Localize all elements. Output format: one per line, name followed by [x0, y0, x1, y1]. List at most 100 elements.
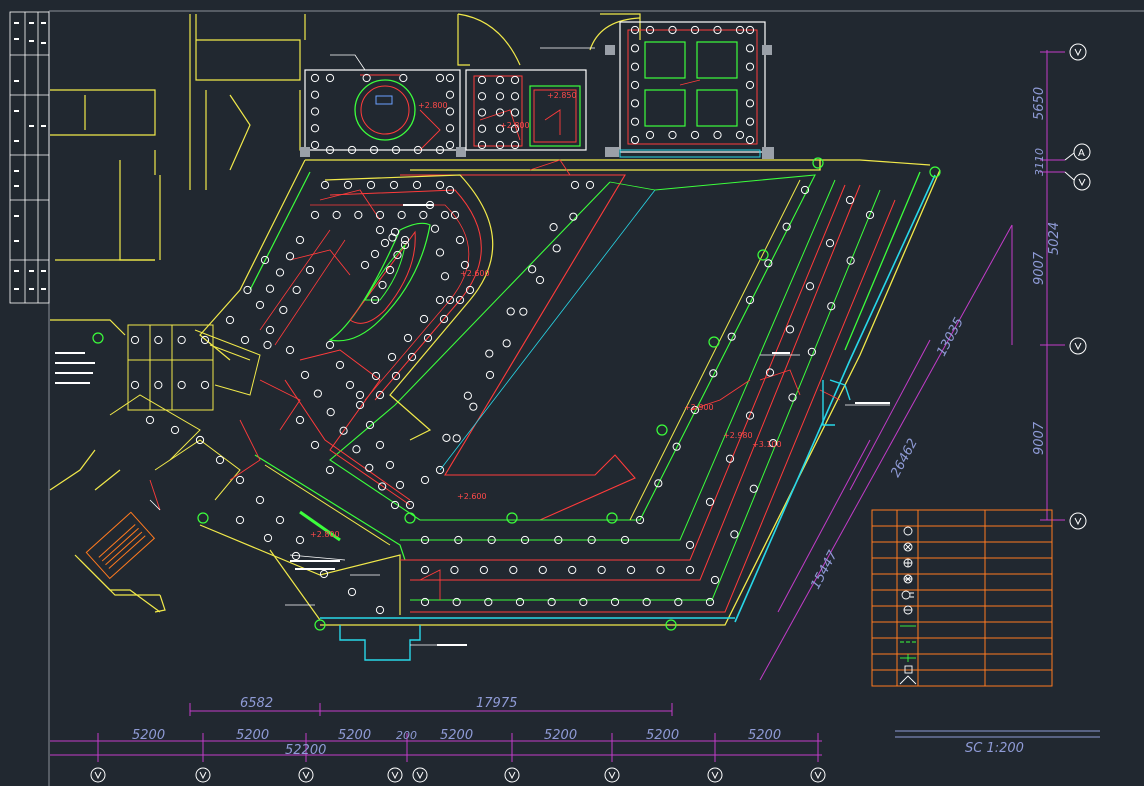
bottom-dimension-text: 6582 17975 5200 5200 5200 200 5200 5200 … — [132, 696, 781, 758]
light-fixture-icon — [484, 597, 493, 607]
light-fixture-icon — [445, 124, 455, 133]
elevation-tag: +2.600 — [460, 269, 490, 278]
elevation-tag: +2.800 — [418, 101, 448, 110]
light-fixture-icon — [452, 434, 461, 443]
light-fixture-icon — [685, 565, 695, 575]
light-fixture-icon — [479, 565, 488, 575]
light-fixture-icon — [263, 340, 272, 350]
toilet-rooms — [109, 324, 261, 501]
light-fixture-icon — [685, 540, 695, 550]
light-fixture-icon — [292, 285, 301, 295]
top-room-a — [300, 69, 466, 157]
dimension-label: 5200 — [338, 728, 371, 743]
dimension-label: 15447 — [808, 548, 841, 592]
cad-floor-plan: +2.800 +2.850 +2.800 +2.600 +2.600 +2.90… — [9, 10, 1144, 786]
light-fixture-icon — [630, 62, 640, 71]
light-fixture-icon — [510, 92, 520, 101]
light-fixture-icon — [325, 73, 335, 83]
light-fixture-icon — [345, 380, 355, 390]
light-fixture-icon — [265, 325, 275, 335]
light-fixture-icon — [370, 249, 380, 259]
light-fixture-icon — [170, 425, 180, 435]
light-fixture-icon — [305, 265, 315, 275]
light-fixture-icon — [506, 307, 515, 316]
dimension-label: 5200 — [440, 728, 473, 743]
light-fixture-icon — [215, 455, 225, 465]
light-fixture-icon — [630, 99, 640, 108]
light-fixture-icon — [397, 210, 406, 220]
light-fixture-icon — [395, 480, 405, 490]
light-fixture-icon — [310, 90, 320, 99]
restaurant-wing — [254, 174, 494, 561]
right-grid-bubbles — [1064, 43, 1091, 530]
light-fixture-icon — [435, 295, 445, 305]
light-fixture-icon — [579, 597, 588, 607]
light-fixture-icon — [528, 265, 537, 274]
light-fixture-icon — [495, 92, 505, 101]
light-fixture-icon — [375, 225, 385, 235]
light-fixture-icon — [400, 235, 410, 245]
light-fixture-icon — [495, 75, 505, 85]
light-fixture-icon — [154, 380, 163, 390]
light-fixture-icon — [538, 565, 547, 575]
light-fixture-icon — [477, 108, 487, 117]
dimension-label: 5200 — [236, 728, 269, 743]
light-fixture-icon — [326, 408, 335, 417]
light-fixture-icon — [365, 420, 375, 430]
legend-table — [871, 509, 1053, 687]
light-fixture-icon — [310, 440, 320, 450]
light-fixture-icon — [585, 180, 595, 190]
light-fixture-icon — [375, 605, 385, 615]
light-fixture-icon — [749, 484, 758, 493]
light-fixture-icon — [387, 352, 397, 362]
light-fixture-icon — [445, 73, 455, 83]
scale-label: SC 1:200 — [965, 741, 1024, 756]
light-fixture-icon — [375, 390, 385, 400]
light-fixture-icon — [295, 235, 305, 245]
light-fixture-icon — [435, 180, 445, 190]
light-fixture-icon — [279, 305, 288, 315]
light-fixture-icon — [235, 475, 245, 485]
light-fixture-icon — [285, 345, 295, 355]
light-fixture-icon — [295, 415, 305, 425]
column-markers — [92, 157, 941, 631]
bottom-grid-bubbles — [90, 767, 826, 783]
light-fixture-icon — [630, 80, 640, 90]
light-fixture-icon — [355, 390, 365, 400]
light-fixture-icon — [420, 475, 430, 485]
light-fixture-icon — [610, 597, 620, 607]
light-fixture-icon — [445, 140, 455, 150]
light-fixture-icon — [674, 597, 683, 607]
light-fixture-icon — [440, 210, 450, 220]
light-fixture-icon — [450, 210, 460, 220]
light-fixture-icon — [725, 454, 735, 463]
dimension-label: 5650 — [1032, 87, 1047, 120]
light-fixture-icon — [745, 117, 755, 126]
light-fixture-icon — [713, 130, 722, 140]
title-strip — [9, 11, 50, 304]
light-fixture-icon — [440, 272, 450, 281]
light-fixture-icon — [442, 433, 451, 442]
light-fixture-icon — [385, 460, 395, 470]
light-fixture-icon — [549, 223, 558, 232]
dimension-label: 5200 — [748, 728, 781, 743]
light-fixture-icon — [310, 107, 320, 116]
light-fixture-icon — [366, 180, 376, 190]
light-fixture-icon — [130, 335, 140, 345]
dimension-label: 3110 — [1033, 148, 1046, 176]
title-strip-marks — [14, 22, 46, 290]
light-fixture-icon — [255, 495, 265, 505]
light-fixture-icon — [430, 224, 440, 233]
light-fixture-icon — [300, 370, 310, 380]
light-fixture-icon — [547, 597, 556, 607]
light-fixture-icon — [668, 130, 677, 140]
dimension-total: 52200 — [285, 743, 326, 758]
light-fixture-icon — [310, 73, 320, 83]
stair — [85, 511, 156, 580]
light-fixture-icon — [352, 445, 361, 454]
light-fixture-icon — [477, 140, 487, 150]
light-fixture-icon — [325, 465, 335, 475]
light-fixture-icon — [455, 235, 465, 245]
dimension-label: 5200 — [544, 728, 577, 743]
light-fixture-icon — [420, 597, 430, 607]
